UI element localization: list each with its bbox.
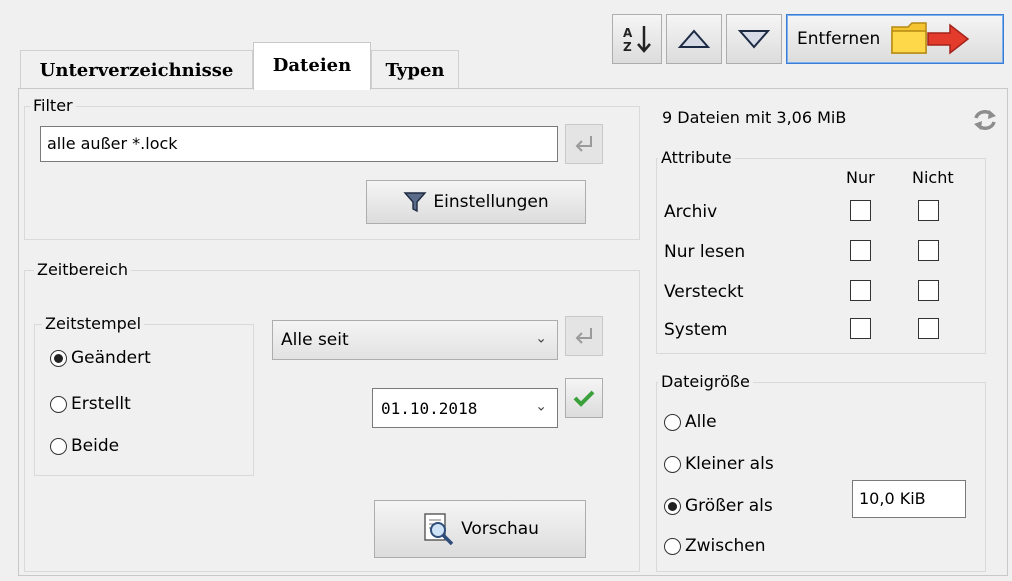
size-radio-kleiner[interactable]: Kleiner als bbox=[664, 454, 774, 474]
file-summary: 9 Dateien mit 3,06 MiB bbox=[662, 108, 847, 127]
attr-system-only-checkbox[interactable] bbox=[850, 318, 871, 339]
enter-icon bbox=[575, 328, 592, 344]
date-value: 01.10.2018 bbox=[381, 398, 478, 418]
size-radio-groesser-circle bbox=[664, 497, 681, 515]
time-mode-value: Alle seit bbox=[281, 330, 349, 350]
size-radio-kleiner-circle bbox=[664, 455, 681, 473]
radio-beide-circle bbox=[50, 437, 67, 455]
filter-input[interactable]: alle außer *.lock bbox=[40, 126, 558, 162]
triangle-up-icon bbox=[677, 29, 711, 48]
size-radio-alle-circle bbox=[664, 413, 681, 431]
attr-label-archiv: Archiv bbox=[664, 202, 718, 222]
filter-legend: Filter bbox=[30, 96, 76, 116]
preview-button-label: Vorschau bbox=[461, 519, 539, 539]
attr-archiv-only-checkbox[interactable] bbox=[850, 200, 871, 221]
radio-erstellt-circle bbox=[50, 395, 67, 413]
radio-geaendert[interactable]: Geändert bbox=[50, 348, 151, 368]
zeitstempel-legend-text: Zeitstempel bbox=[42, 314, 145, 334]
radio-beide-label: Beide bbox=[71, 436, 120, 456]
attr-versteckt-only-checkbox[interactable] bbox=[850, 280, 871, 301]
radio-erstellt[interactable]: Erstellt bbox=[50, 394, 131, 414]
date-confirm-button[interactable] bbox=[565, 378, 603, 418]
size-radio-alle-label: Alle bbox=[685, 412, 717, 432]
attr-system-not-checkbox[interactable] bbox=[918, 318, 939, 339]
attr-label-versteckt: Versteckt bbox=[664, 282, 744, 302]
preview-button[interactable]: Vorschau bbox=[374, 500, 586, 558]
chevron-down-icon: ⌄ bbox=[535, 398, 547, 415]
filter-apply-button[interactable] bbox=[565, 124, 603, 164]
attr-nur-lesen-not-checkbox[interactable] bbox=[918, 240, 939, 261]
tab-typen[interactable]: Typen bbox=[371, 50, 459, 88]
attr-label-nur-lesen: Nur lesen bbox=[664, 242, 746, 262]
magnifier-document-icon bbox=[424, 513, 454, 546]
remove-button-label: Entfernen bbox=[797, 29, 881, 49]
size-legend: Dateigröße bbox=[658, 372, 753, 392]
tab-typen-label: Typen bbox=[385, 60, 445, 81]
settings-button-label: Einstellungen bbox=[433, 192, 549, 212]
move-up-button[interactable] bbox=[666, 14, 722, 64]
attr-col-only: Nur bbox=[846, 168, 875, 187]
settings-button[interactable]: Einstellungen bbox=[366, 180, 586, 224]
sort-az-icon: A Z bbox=[623, 26, 651, 54]
size-radio-alle[interactable]: Alle bbox=[664, 412, 717, 432]
tab-unterverzeichnisse[interactable]: Unterverzeichnisse bbox=[20, 50, 253, 88]
radio-geaendert-label: Geändert bbox=[71, 348, 151, 368]
svg-text:Z: Z bbox=[623, 40, 632, 54]
size-radio-groesser-label: Größer als bbox=[685, 496, 773, 516]
size-radio-kleiner-label: Kleiner als bbox=[685, 454, 774, 474]
svg-text:A: A bbox=[623, 26, 633, 40]
triangle-down-icon bbox=[737, 30, 771, 49]
radio-geaendert-circle bbox=[50, 349, 67, 367]
attr-label-system: System bbox=[664, 320, 728, 340]
size-value-input[interactable]: 10,0 KiB bbox=[852, 480, 966, 518]
attribute-legend: Attribute bbox=[658, 148, 735, 168]
attr-archiv-not-checkbox[interactable] bbox=[918, 200, 939, 221]
zeitbereich-legend: Zeitbereich bbox=[34, 260, 131, 280]
size-radio-zwischen-label: Zwischen bbox=[685, 536, 766, 556]
folder-arrow-icon bbox=[891, 22, 970, 55]
attr-col-not: Nicht bbox=[912, 168, 954, 187]
date-picker[interactable]: 01.10.2018 ⌄ bbox=[372, 388, 558, 428]
attr-versteckt-not-checkbox[interactable] bbox=[918, 280, 939, 301]
time-mode-select[interactable]: Alle seit ⌄ bbox=[272, 320, 558, 360]
refresh-icon[interactable] bbox=[972, 108, 998, 132]
sort-az-button[interactable]: A Z bbox=[612, 14, 662, 64]
tab-unterverzeichnisse-label: Unterverzeichnisse bbox=[39, 60, 234, 81]
funnel-icon bbox=[403, 192, 427, 213]
chevron-down-icon: ⌄ bbox=[535, 330, 547, 347]
enter-icon bbox=[575, 136, 592, 152]
size-radio-zwischen[interactable]: Zwischen bbox=[664, 536, 765, 556]
size-radio-groesser[interactable]: Größer als bbox=[664, 496, 773, 516]
remove-button[interactable]: Entfernen bbox=[786, 14, 1004, 64]
time-apply-button[interactable] bbox=[565, 316, 603, 356]
checkmark-icon bbox=[573, 390, 595, 407]
tab-dateien-label: Dateien bbox=[272, 55, 352, 76]
size-radio-zwischen-circle bbox=[664, 537, 681, 555]
radio-beide[interactable]: Beide bbox=[50, 436, 119, 456]
move-down-button[interactable] bbox=[726, 14, 782, 64]
tab-dateien[interactable]: Dateien bbox=[253, 42, 371, 90]
attr-nur-lesen-only-checkbox[interactable] bbox=[850, 240, 871, 261]
radio-erstellt-label: Erstellt bbox=[71, 394, 131, 414]
